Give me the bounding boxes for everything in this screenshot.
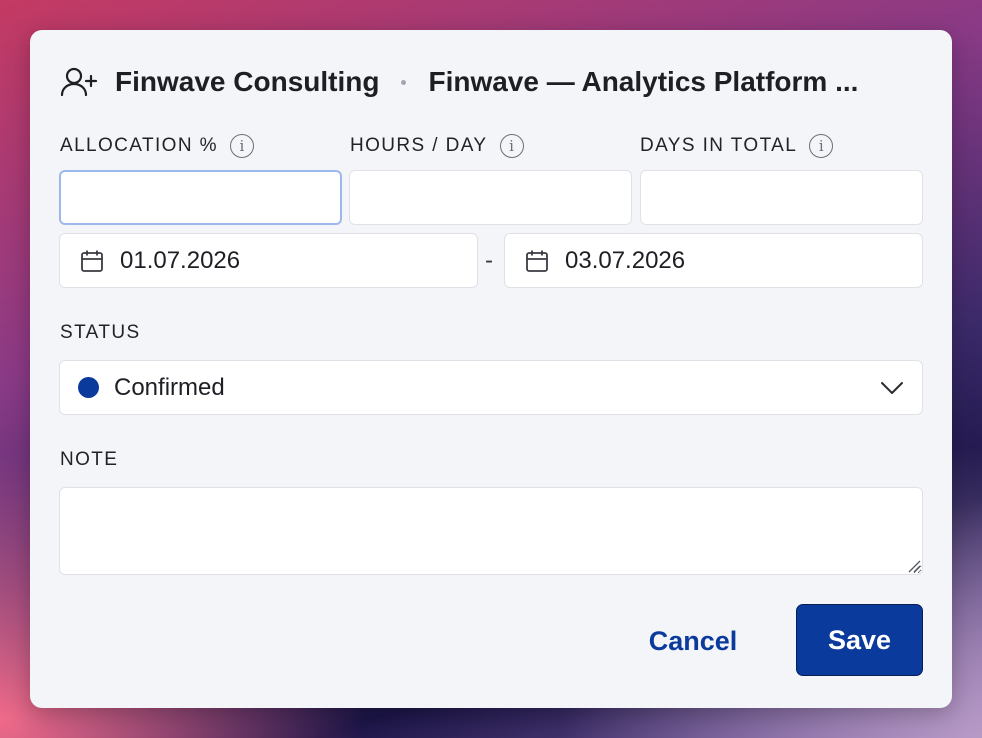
hours-per-day-label: HOURS / DAY i bbox=[350, 134, 524, 158]
status-color-dot bbox=[78, 377, 99, 398]
project-name: Finwave — Analytics Platform ... bbox=[428, 66, 859, 97]
allocation-label: ALLOCATION % i bbox=[60, 134, 254, 158]
status-selected-value: Confirmed bbox=[114, 373, 225, 401]
start-date-value: 01.07.2026 bbox=[120, 246, 241, 274]
status-label: STATUS bbox=[60, 322, 141, 343]
end-date-value: 03.07.2026 bbox=[565, 246, 686, 274]
allocation-info-icon[interactable]: i bbox=[229, 134, 254, 158]
calendar-icon bbox=[81, 250, 103, 272]
booking-dialog: Finwave Consulting Finwave — Analytics P… bbox=[30, 30, 952, 708]
date-range-separator: - bbox=[485, 247, 493, 274]
note-label: NOTE bbox=[60, 449, 119, 470]
dialog-header: Finwave Consulting Finwave — Analytics P… bbox=[60, 62, 922, 102]
cancel-button[interactable]: Cancel bbox=[628, 606, 758, 676]
add-user-icon bbox=[60, 67, 98, 97]
note-textarea[interactable] bbox=[59, 487, 923, 575]
calendar-icon bbox=[526, 250, 548, 272]
chevron-down-icon bbox=[881, 382, 903, 394]
days-in-total-input[interactable] bbox=[640, 170, 923, 225]
hours-per-day-input[interactable] bbox=[349, 170, 632, 225]
days-in-total-label: DAYS IN TOTAL i bbox=[640, 134, 834, 158]
client-name: Finwave Consulting bbox=[115, 66, 380, 97]
status-select[interactable]: Confirmed bbox=[59, 360, 923, 415]
allocation-input[interactable] bbox=[59, 170, 342, 225]
hours-per-day-info-icon[interactable]: i bbox=[499, 134, 524, 158]
days-in-total-info-icon[interactable]: i bbox=[809, 134, 834, 158]
note-wrapper bbox=[59, 487, 923, 575]
header-separator bbox=[401, 79, 407, 85]
end-date-field[interactable]: 03.07.2026 bbox=[504, 233, 923, 288]
start-date-field[interactable]: 01.07.2026 bbox=[59, 233, 478, 288]
save-button[interactable]: Save bbox=[796, 604, 923, 676]
